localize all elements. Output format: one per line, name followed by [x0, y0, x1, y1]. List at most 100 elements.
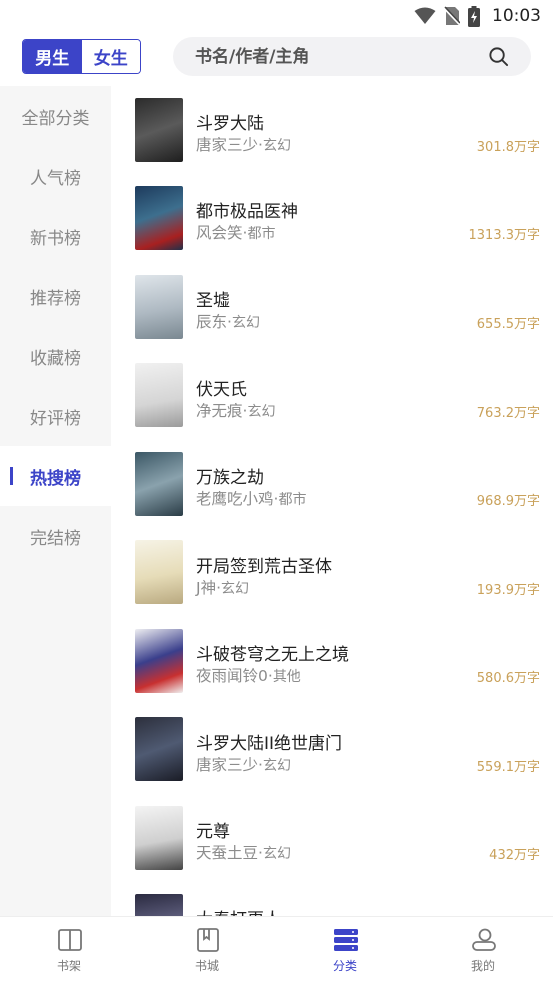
- book-cover: [135, 806, 183, 870]
- book-title: 都市极品医神: [196, 202, 298, 222]
- book-meta: 唐家三少·玄幻: [196, 756, 291, 774]
- book-item[interactable]: 斗罗大陆II绝世唐门 唐家三少·玄幻 559.1万字: [111, 705, 553, 793]
- book-word-count: 559.1万字: [476, 760, 540, 775]
- book-cover: [135, 98, 183, 162]
- book-cover: [135, 275, 183, 339]
- book-title: 伏天氏: [196, 380, 247, 400]
- book-cover: [135, 452, 183, 516]
- book-title: 元尊: [196, 822, 230, 842]
- book-cover: [135, 894, 183, 916]
- status-time: 10:03: [492, 6, 541, 26]
- book-genre: 都市: [278, 492, 307, 508]
- status-bar: 10:03: [0, 0, 553, 32]
- book-cover: [135, 363, 183, 427]
- nav-label: 书架: [56, 959, 81, 973]
- no-sim-icon: [444, 6, 460, 26]
- book-word-count: 763.2万字: [476, 406, 540, 421]
- nav-label: 我的: [470, 959, 495, 973]
- sidebar-item-all-categories[interactable]: 全部分类: [0, 86, 111, 146]
- bookshelf-icon: [58, 929, 82, 951]
- nav-bookstore[interactable]: 书城: [138, 917, 276, 983]
- book-genre: 玄幻: [231, 315, 260, 331]
- book-genre: 玄幻: [262, 138, 291, 154]
- bottom-nav: 书架 书城 分类 我的: [0, 916, 553, 983]
- book-cover: [135, 717, 183, 781]
- book-author: 唐家三少: [196, 136, 259, 154]
- book-word-count: 968.9万字: [476, 494, 540, 509]
- book-genre: 其他: [272, 669, 301, 685]
- book-meta: 夜雨闻铃0·其他: [196, 667, 301, 685]
- book-author: 辰东: [196, 313, 228, 331]
- sidebar-item-top-rated[interactable]: 好评榜: [0, 386, 111, 446]
- category-sidebar: 全部分类 人气榜 新书榜 推荐榜 收藏榜 好评榜 热搜榜 完结榜: [0, 86, 111, 916]
- book-word-count: 655.5万字: [476, 317, 540, 332]
- book-author: 天蚕土豆: [196, 844, 259, 862]
- book-author: 风会笑: [196, 224, 243, 242]
- sidebar-item-popularity[interactable]: 人气榜: [0, 146, 111, 206]
- book-word-count: 432万字: [489, 848, 540, 863]
- category-icon: [334, 929, 358, 951]
- book-title: 斗破苍穹之无上之境: [196, 645, 349, 665]
- book-word-count: 193.9万字: [476, 583, 540, 598]
- book-genre: 玄幻: [247, 404, 276, 420]
- book-word-count: 301.8万字: [476, 140, 540, 155]
- book-cover: [135, 540, 183, 604]
- book-word-count: 1313.3万字: [468, 228, 541, 243]
- book-title: 斗罗大陆II绝世唐门: [196, 734, 343, 754]
- nav-label: 分类: [332, 959, 357, 973]
- nav-label: 书城: [194, 959, 219, 973]
- gender-toggle: 男生 女生: [22, 39, 141, 74]
- book-list: 斗罗大陆 唐家三少·玄幻 301.8万字 都市极品医神 风会笑·都市 1313.…: [111, 86, 553, 916]
- book-meta: 老鹰吃小鸡·都市: [196, 490, 307, 508]
- book-cover: [135, 629, 183, 693]
- book-author: 老鹰吃小鸡: [196, 490, 274, 508]
- book-genre: 玄幻: [262, 758, 291, 774]
- nav-category[interactable]: 分类: [276, 917, 414, 983]
- book-title: 大秦打更人: [196, 905, 281, 916]
- sidebar-item-favorites[interactable]: 收藏榜: [0, 326, 111, 386]
- book-title: 开局签到荒古圣体: [196, 557, 332, 577]
- search-icon[interactable]: [488, 46, 509, 67]
- nav-bookshelf[interactable]: 书架: [0, 917, 138, 983]
- book-item[interactable]: 斗罗大陆 唐家三少·玄幻 301.8万字: [111, 86, 553, 174]
- book-cover: [135, 186, 183, 250]
- bookstore-icon: [197, 928, 219, 952]
- book-author: 净无痕: [196, 402, 243, 420]
- book-meta: J神·玄幻: [196, 579, 250, 597]
- book-item[interactable]: 伏天氏 净无痕·玄幻 763.2万字: [111, 351, 553, 439]
- sidebar-item-new-books[interactable]: 新书榜: [0, 206, 111, 266]
- sidebar-item-hot-search[interactable]: 热搜榜: [0, 446, 111, 506]
- book-item[interactable]: 斗破苍穹之无上之境 夜雨闻铃0·其他 580.6万字: [111, 617, 553, 705]
- book-title: 万族之劫: [196, 468, 264, 488]
- book-meta: 唐家三少·玄幻: [196, 136, 291, 154]
- tab-male[interactable]: 男生: [23, 40, 82, 73]
- book-genre: 玄幻: [221, 581, 250, 597]
- search-box[interactable]: [173, 37, 531, 76]
- book-meta: 天蚕土豆·玄幻: [196, 844, 291, 862]
- book-item[interactable]: 大秦打更人: [111, 882, 553, 916]
- book-title: 圣墟: [196, 291, 230, 311]
- search-input[interactable]: [195, 37, 475, 76]
- book-meta: 净无痕·玄幻: [196, 402, 276, 420]
- book-meta: 风会笑·都市: [196, 224, 276, 242]
- nav-profile[interactable]: 我的: [414, 917, 552, 983]
- sidebar-item-recommended[interactable]: 推荐榜: [0, 266, 111, 326]
- book-item[interactable]: 万族之劫 老鹰吃小鸡·都市 968.9万字: [111, 440, 553, 528]
- book-item[interactable]: 都市极品医神 风会笑·都市 1313.3万字: [111, 174, 553, 262]
- book-item[interactable]: 圣墟 辰东·玄幻 655.5万字: [111, 263, 553, 351]
- book-author: 唐家三少: [196, 756, 259, 774]
- book-author: 夜雨闻铃0: [196, 667, 268, 685]
- book-meta: 辰东·玄幻: [196, 313, 260, 331]
- book-genre: 玄幻: [262, 846, 291, 862]
- tab-female[interactable]: 女生: [81, 40, 140, 73]
- book-word-count: 580.6万字: [476, 671, 540, 686]
- status-icons: 10:03: [414, 5, 541, 27]
- battery-charging-icon: [468, 5, 480, 27]
- book-author: J神: [196, 579, 217, 597]
- sidebar-item-completed[interactable]: 完结榜: [0, 506, 111, 566]
- book-title: 斗罗大陆: [196, 114, 264, 134]
- book-genre: 都市: [247, 226, 276, 242]
- profile-icon: [472, 928, 496, 951]
- book-item[interactable]: 开局签到荒古圣体 J神·玄幻 193.9万字: [111, 528, 553, 616]
- book-item[interactable]: 元尊 天蚕土豆·玄幻 432万字: [111, 794, 553, 882]
